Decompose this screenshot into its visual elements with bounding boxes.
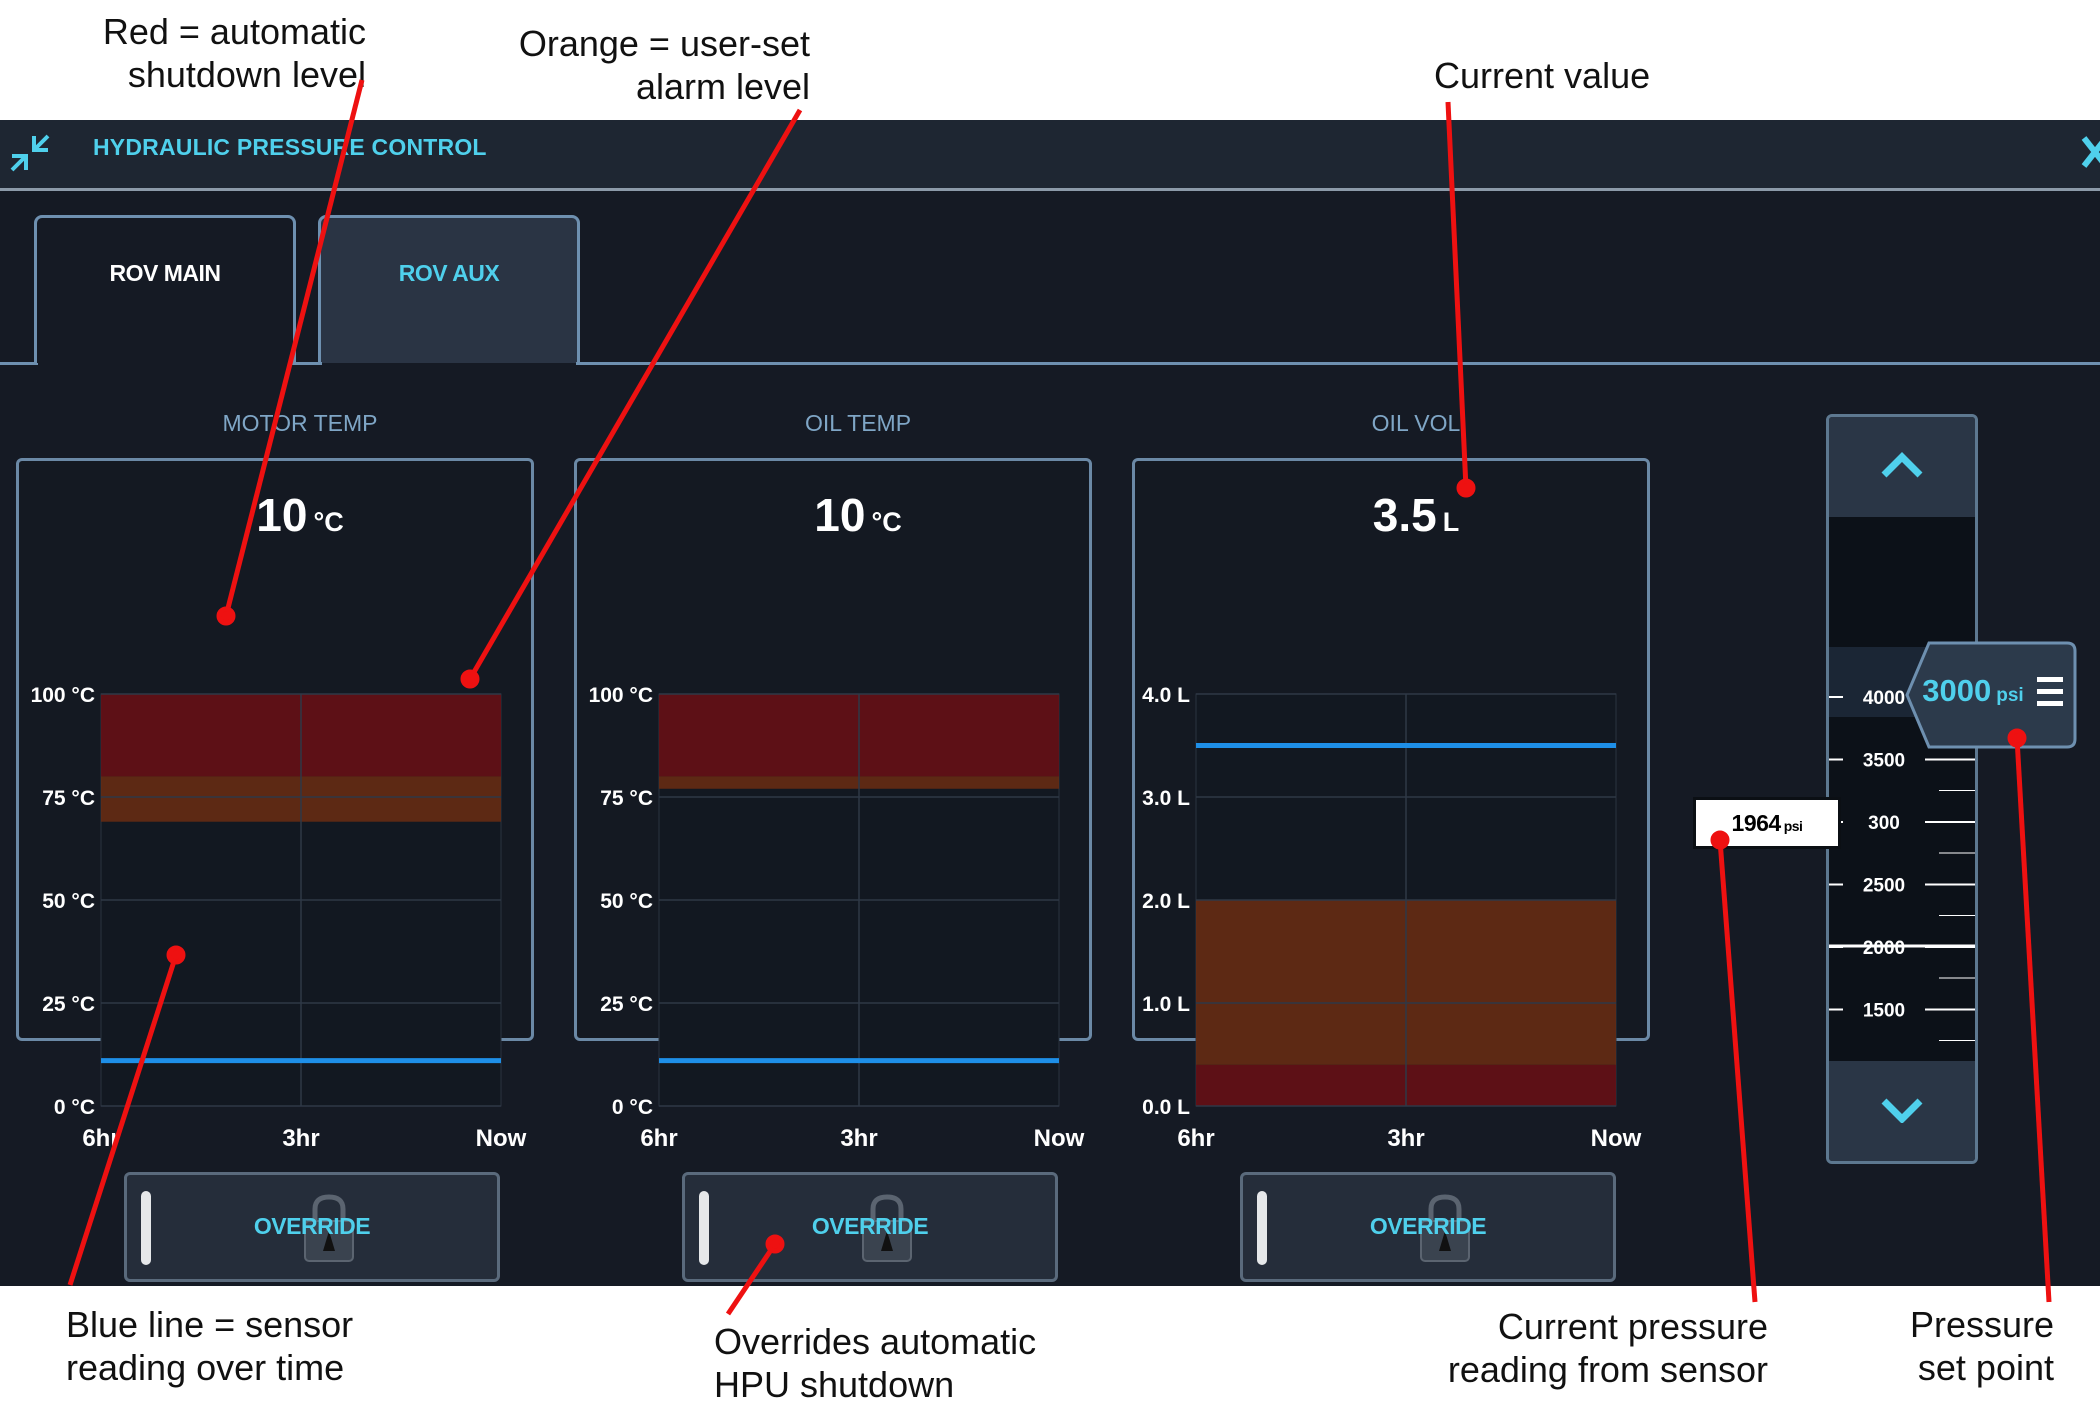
pointer-dot <box>460 669 480 689</box>
pointer-dot <box>1710 830 1730 850</box>
pointer-dot <box>216 606 236 626</box>
pointer-dot <box>166 945 186 965</box>
pointer-orange-level <box>467 108 803 681</box>
pointer-overrides <box>725 1242 778 1316</box>
pointer-red-level <box>223 79 365 617</box>
pointer-blue-line <box>67 954 179 1286</box>
pointer-dot <box>2007 728 2027 748</box>
annotation-lines <box>67 79 2052 1316</box>
pointer-current-pressure <box>1717 839 1758 1303</box>
pointer-dot <box>765 1234 785 1254</box>
pointer-current-value <box>1445 101 1469 489</box>
pointer-dot <box>1456 478 1476 498</box>
pointer-set-point <box>2014 737 2052 1303</box>
